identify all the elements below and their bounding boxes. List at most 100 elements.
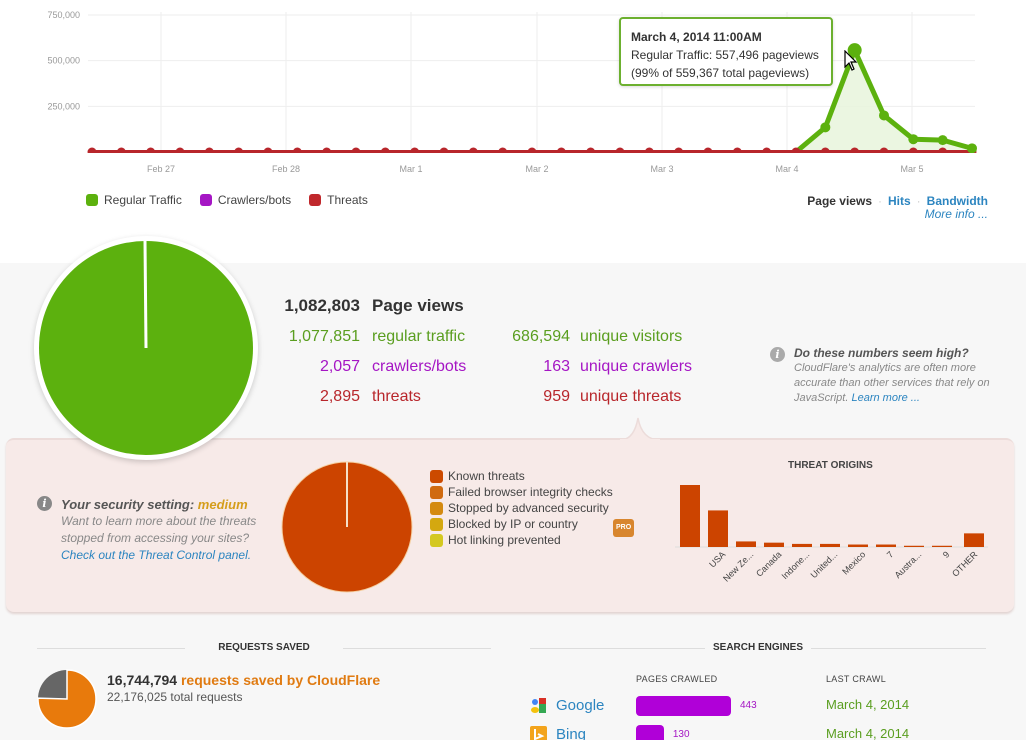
requests-saved-summary: 16,744,794 requests saved by CloudFlare [107,672,380,688]
pages-crawled-count: 443 [740,700,757,711]
panel-notch [620,417,660,441]
pro-badge: PRO [613,519,635,537]
threat-legend-hotlink: Hot linking prevented [430,532,613,548]
traffic-chart[interactable]: 750,000 500,000 250,000 Feb 27 Feb 28 Mar 1 Ma… [0,0,1026,185]
pages-crawled-bar [636,725,664,740]
origin-label: USA [707,549,727,569]
tooltip-line1: Regular Traffic: 557,496 pageviews [631,48,819,62]
legend-label: Crawlers/bots [217,193,292,207]
origin-label: 9 [941,549,952,560]
origin-bar [964,533,984,547]
x-tick-label: Mar 1 [399,164,422,174]
stat-value: 1,077,851 [288,328,360,345]
origin-bar [876,544,896,547]
traffic-section: 750,000 500,000 250,000 Feb 27 Feb 28 Mar 1 Ma… [0,0,1026,263]
last-crawl-date: March 4, 2014 [826,726,910,740]
threat-legend-advanced: Stopped by advanced security [430,500,613,516]
y-tick-label: 750,000 [47,10,80,20]
stat-label: crawlers/bots [372,358,467,375]
google-icon [531,698,546,713]
engine-name[interactable]: Bing [556,726,586,740]
tab-hits[interactable]: Hits [888,194,911,208]
unique-label: unique visitors [580,328,683,345]
threat-pie [281,461,413,593]
page-views-pie [34,236,258,460]
x-tick-label: Mar 4 [775,164,798,174]
requests-saved-heading: REQUESTS SAVED [37,642,491,653]
col-last-crawl: LAST CRAWL [826,674,887,684]
origin-label: Austra... [893,549,924,580]
security-level[interactable]: medium [198,497,248,512]
pages-crawled-count: 130 [672,729,690,740]
legend-label: Threats [327,193,368,207]
unique-value: 959 [543,388,570,405]
security-body: Want to learn more about the threats sto… [61,514,257,545]
legend-threats[interactable]: Threats [309,193,368,207]
stat-value: 2,895 [319,388,360,405]
requests-saved-pie [37,669,97,729]
x-tick-label: Mar 3 [650,164,673,174]
tab-page-views[interactable]: Page views [807,194,872,208]
note-title: Do these numbers seem high? [794,346,969,360]
legend-swatch [430,501,443,515]
learn-more-link[interactable]: Learn more ... [851,392,919,404]
threat-legend-browser: Failed browser integrity checks [430,484,613,500]
legend-label: Hot linking prevented [448,533,561,547]
threat-legend-known: Known threats [430,468,613,484]
legend-swatch [430,469,443,483]
origin-label: 7 [885,549,896,560]
search-engines-heading: SEARCH ENGINES [530,642,986,653]
security-setting-note: Your security setting: medium Want to le… [38,496,278,564]
origin-bar [932,545,952,547]
saved-count: 16,744,794 [107,672,178,688]
origin-bar [820,543,840,547]
tooltip-title: March 4, 2014 11:00AM [631,30,762,44]
threat-control-link[interactable]: Check out the Threat Control panel. [61,547,278,564]
bing-icon [530,726,547,740]
origin-label: New Ze... [721,549,755,583]
legend-label: Known threats [448,469,525,483]
threat-legend: Known threats Failed browser integrity c… [430,468,635,548]
divider [37,648,185,649]
tab-bandwidth[interactable]: Bandwidth [927,194,988,208]
legend-regular-traffic[interactable]: Regular Traffic [86,193,182,207]
regular-traffic-area [92,50,972,152]
pages-crawled-bar [636,696,731,716]
tooltip-line2: (99% of 559,367 total pageviews) [631,66,810,80]
legend-swatch [430,533,443,547]
threat-legend-ip-country: Blocked by IP or country PRO [430,516,635,537]
origin-label: Mexico [840,549,867,576]
divider [811,648,986,649]
total-label: total requests [170,690,243,704]
total-requests: 22,176,025 total requests [107,690,242,704]
legend-label: Stopped by advanced security [448,501,609,515]
separator: · [878,194,882,208]
threat-origins-title: THREAT ORIGINS [788,460,873,471]
origin-bar [764,542,784,547]
divider [530,648,705,649]
threat-origins-chart: USANew Ze...CanadaIndone...United... Mexi… [675,485,988,584]
y-tick-label: 250,000 [47,101,80,111]
x-tick-label: Mar 5 [900,164,923,174]
legend-swatch [199,194,212,206]
legend-crawlers[interactable]: Crawlers/bots [199,193,292,207]
origin-bar [904,545,924,547]
more-info-link[interactable]: More info ... [925,207,988,221]
chart-legend: Regular Traffic Crawlers/bots Threats [86,193,368,207]
mouse-cursor-icon [844,50,858,71]
origin-bar [848,544,868,547]
search-engine-row-google: Google 443 March 4, 2014 [530,695,1010,717]
legend-swatch [86,194,98,206]
engine-name[interactable]: Google [556,697,604,714]
divider [343,648,491,649]
x-tick-label: Feb 27 [147,164,175,174]
pie-slice-divider [143,240,148,349]
last-crawl-date: March 4, 2014 [826,697,910,712]
total-count: 22,176,025 [107,690,168,704]
origin-bar [680,485,700,547]
numbers-high-note: Do these numbers seem high? CloudFlare's… [770,346,990,406]
legend-label: Regular Traffic [104,193,182,207]
unique-value: 163 [543,358,570,375]
regular-traffic-point [967,143,977,154]
regular-traffic-point [820,122,831,133]
